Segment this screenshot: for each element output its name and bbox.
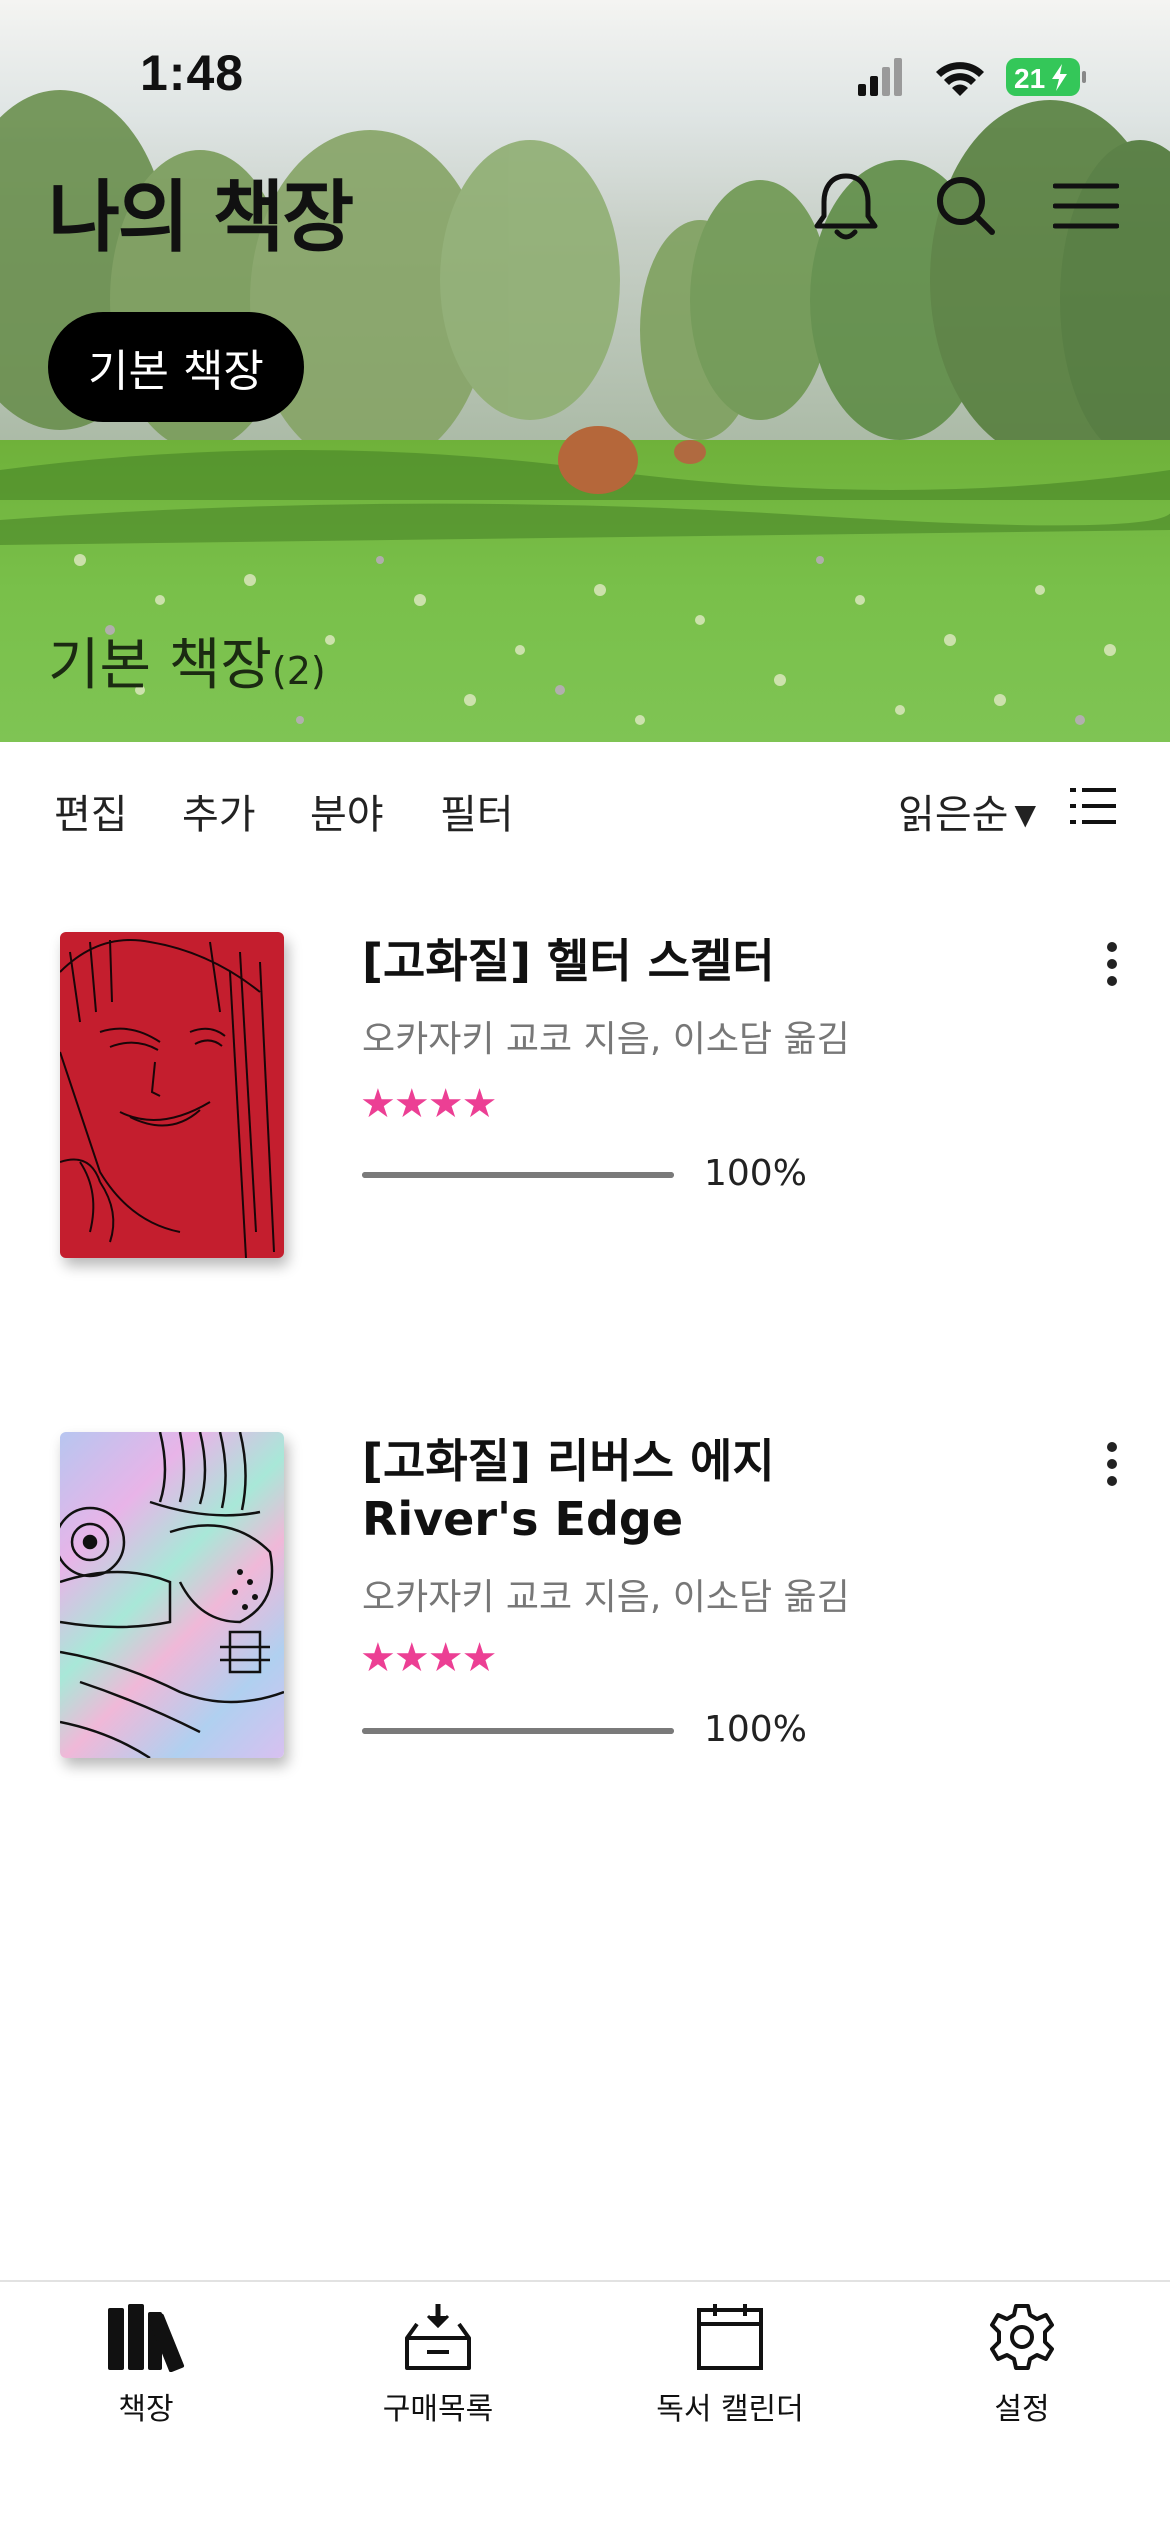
bookshelf-icon: [108, 2304, 185, 2372]
book-title[interactable]: [고화질] 리버스 에지 River's Edge: [362, 1432, 1002, 1548]
book-title-line1: [고화질] 헬터 스켈터: [362, 934, 775, 988]
shelf-heading: 기본 책장(2): [48, 620, 326, 701]
purchase-box-icon: [405, 2304, 471, 2370]
add-button[interactable]: 추가: [182, 782, 256, 840]
star-icon: ★: [427, 1635, 464, 1681]
reading-progress-percent: 100%: [704, 1153, 807, 1194]
star-icon: ★: [360, 1635, 396, 1681]
gear-icon: [990, 2304, 1054, 2370]
book-title-line2: River's Edge: [362, 1492, 684, 1546]
shelf-heading-title: 기본 책장: [48, 633, 272, 698]
star-icon: ★: [393, 1081, 430, 1127]
page-title: 나의 책장: [48, 173, 354, 263]
edit-button[interactable]: 편집: [54, 782, 128, 840]
shelf-selector-chip[interactable]: 기본 책장: [48, 312, 304, 422]
tab-reading-calendar[interactable]: 독서 캘린더: [584, 2302, 876, 2442]
rating-stars: ★★★★: [360, 1635, 498, 1681]
menu-button[interactable]: [1050, 170, 1122, 242]
status-icons: 21: [858, 58, 1086, 96]
book-item[interactable]: [고화질] 헬터 스켈터 오카자키 교코 지음, 이소담 옮김 ★★★★ 100…: [0, 932, 1170, 1352]
book-cover-illustration: [60, 1432, 284, 1758]
book-cover[interactable]: [60, 1432, 284, 1758]
cellular-signal-icon: [858, 58, 902, 96]
star-icon: ★: [461, 1081, 498, 1127]
menu-icon: [1053, 183, 1119, 229]
book-cover-illustration: [60, 939, 275, 1258]
more-options-icon[interactable]: [1092, 1434, 1132, 1494]
reading-progress-percent: 100%: [704, 1709, 807, 1750]
search-button[interactable]: [930, 170, 1002, 242]
book-author: 오카자키 교코 지음, 이소담 옮김: [362, 1577, 850, 1618]
wifi-icon: [936, 62, 984, 96]
filter-button[interactable]: 필터: [440, 782, 514, 840]
battery-charging-icon: 21: [1006, 58, 1086, 96]
book-cover[interactable]: [60, 932, 284, 1258]
tab-label: 구매목록: [382, 2392, 494, 2427]
status-time: 1:48: [140, 45, 245, 101]
shelf-header-banner: 1:48 21 나의 책장 기본 책장 기본 책장(2): [0, 0, 1170, 742]
tab-label: 설정: [994, 2392, 1050, 2427]
notification-button[interactable]: [810, 170, 882, 242]
svg-text:21: 21: [1014, 63, 1045, 94]
calendar-icon: [697, 2304, 763, 2370]
tab-bookshelf[interactable]: 책장: [0, 2302, 292, 2442]
list-view-icon[interactable]: [1070, 786, 1116, 826]
bell-icon: [814, 173, 878, 240]
caret-down-icon: ▼: [1014, 798, 1036, 831]
more-options-icon[interactable]: [1092, 934, 1132, 994]
tab-purchases[interactable]: 구매목록: [292, 2302, 584, 2442]
star-icon: ★: [360, 1081, 396, 1127]
status-bar: 1:48 21: [0, 0, 1170, 150]
search-icon: [937, 177, 995, 235]
tab-label: 책장: [118, 2392, 174, 2427]
star-icon: ★: [461, 1635, 498, 1681]
reading-progress-bar: [362, 1172, 674, 1178]
book-title[interactable]: [고화질] 헬터 스켈터: [362, 932, 1002, 990]
book-title-line1: [고화질] 리버스 에지: [362, 1434, 775, 1488]
bottom-tab-bar: 책장 구매목록 독서 캘린더 설정: [0, 2280, 1170, 2532]
star-icon: ★: [427, 1081, 464, 1127]
book-author: 오카자키 교코 지음, 이소담 옮김: [362, 1019, 850, 1060]
rating-stars: ★★★★: [360, 1081, 498, 1127]
category-button[interactable]: 분야: [310, 782, 384, 840]
reading-progress-bar: [362, 1728, 674, 1734]
star-icon: ★: [393, 1635, 430, 1681]
tab-settings[interactable]: 설정: [876, 2302, 1168, 2442]
sort-label: 읽은순: [898, 792, 1009, 838]
shelf-book-count: (2): [271, 649, 326, 693]
book-item[interactable]: [고화질] 리버스 에지 River's Edge 오카자키 교코 지음, 이소…: [0, 1432, 1170, 1852]
tab-label: 독서 캘린더: [656, 2392, 804, 2427]
sort-dropdown[interactable]: 읽은순 ▼: [898, 782, 1036, 840]
shelf-toolbar: 편집 추가 분야 필터 읽은순 ▼: [0, 742, 1170, 872]
